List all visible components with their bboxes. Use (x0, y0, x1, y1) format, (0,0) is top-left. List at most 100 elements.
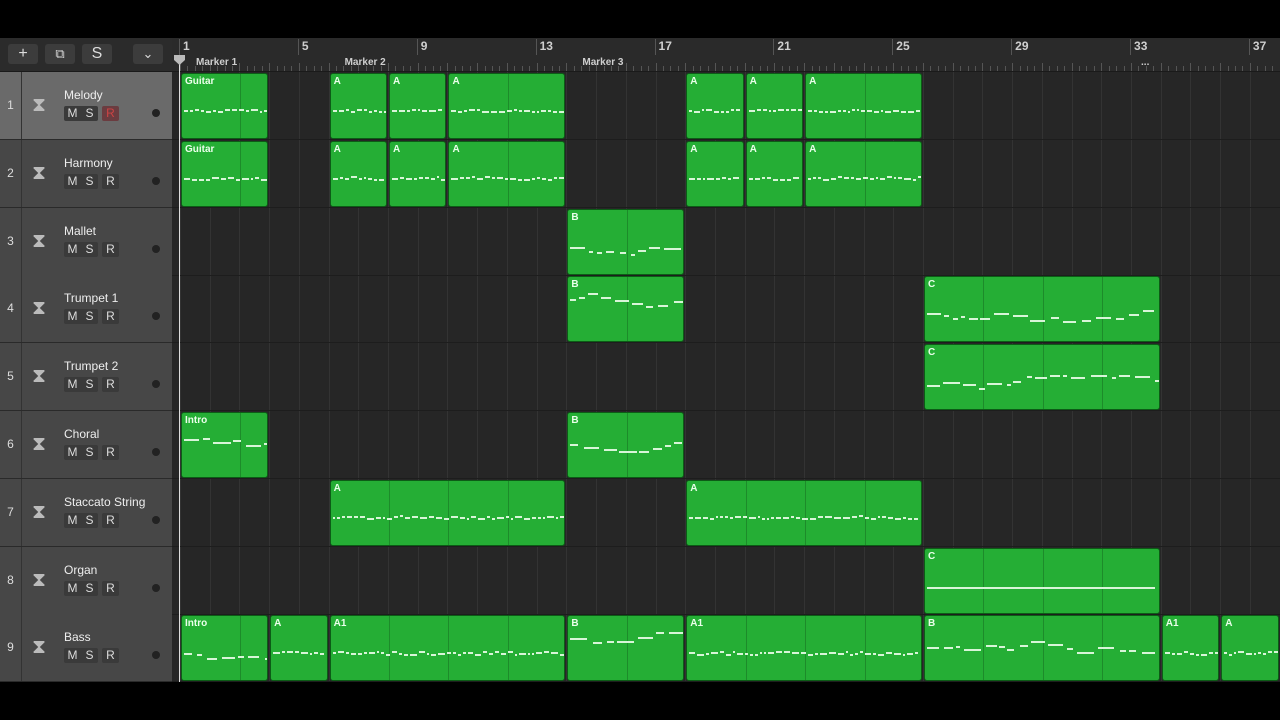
duplicate-track-button[interactable]: ⧉ (45, 44, 75, 64)
record-enable-button[interactable]: R (102, 106, 119, 121)
record-enable-button[interactable]: R (102, 648, 119, 664)
track-name[interactable]: Harmony (64, 156, 113, 170)
track-header-mallet[interactable]: 3 ⧗ Mallet MS R (0, 207, 172, 276)
track-name[interactable]: Mallet (64, 224, 96, 238)
input-monitor-dot[interactable] (152, 176, 160, 185)
track-name[interactable]: Melody (64, 88, 103, 102)
midi-region[interactable]: A (389, 73, 447, 139)
midi-region[interactable]: A (686, 140, 744, 207)
midi-region[interactable]: A (329, 140, 388, 207)
arrange-area[interactable]: Guitar A A A A A A Guitar A A A A A A B B C C Intro B A A C Int… (172, 72, 1280, 683)
midi-region[interactable]: B (567, 208, 685, 275)
midi-region[interactable]: B (567, 615, 685, 682)
input-monitor-dot[interactable] (152, 380, 160, 389)
midi-region[interactable]: A (329, 73, 388, 139)
solo-button[interactable]: S (81, 309, 98, 324)
solo-button[interactable]: S (81, 377, 98, 392)
marker[interactable]: ... (1141, 57, 1149, 68)
track-name[interactable]: Organ (64, 563, 97, 577)
track-name[interactable]: Choral (64, 427, 99, 441)
record-enable-button[interactable]: R (102, 377, 119, 393)
input-monitor-dot[interactable] (152, 515, 160, 524)
midi-region[interactable]: A (1221, 615, 1279, 682)
mute-button[interactable]: M (64, 174, 81, 189)
midi-note (734, 515, 742, 518)
record-enable-button[interactable]: R (102, 241, 119, 257)
track-header-harmony[interactable]: 2 ⧗ Harmony MS R (0, 139, 172, 208)
mute-button[interactable]: M (64, 377, 81, 392)
smart-controls-button[interactable]: S (82, 44, 112, 64)
midi-region[interactable]: A (686, 479, 922, 546)
input-monitor-dot[interactable] (152, 244, 160, 253)
input-monitor-dot[interactable] (152, 448, 160, 456)
track-name[interactable]: Trumpet 2 (64, 359, 118, 373)
track-header-staccato-string[interactable]: 7 ⧗ Staccato String MS R (0, 478, 172, 547)
mute-button[interactable]: M (64, 581, 81, 596)
midi-region[interactable]: A (745, 140, 804, 207)
record-enable-button[interactable]: R (102, 445, 119, 460)
midi-note (422, 109, 428, 112)
track-header-choral[interactable]: 6 ⧗ Choral MS R (0, 411, 172, 479)
input-monitor-dot[interactable] (152, 583, 160, 592)
midi-region[interactable]: A (686, 73, 744, 139)
midi-region[interactable]: A (805, 73, 922, 139)
mute-button[interactable]: M (64, 309, 81, 324)
solo-button[interactable]: S (81, 106, 98, 121)
midi-region[interactable]: A (448, 73, 566, 139)
midi-region[interactable]: B (567, 412, 685, 478)
record-enable-button[interactable]: R (102, 173, 119, 189)
track-header-melody[interactable]: 1 ⧗ Melody MS R (0, 72, 172, 140)
add-track-button[interactable]: + (8, 44, 38, 64)
track-name[interactable]: Bass (64, 630, 91, 644)
mute-button[interactable]: M (64, 445, 81, 460)
midi-region[interactable]: A (270, 615, 328, 682)
mute-button[interactable]: M (64, 242, 81, 257)
track-header-bass[interactable]: 9 ⧗ Bass MS R (0, 614, 172, 683)
track-header-trumpet-2[interactable]: 5 ⧗ Trumpet 2 MS R (0, 343, 172, 412)
track-header-organ[interactable]: 8 ⧗ Organ MS R (0, 546, 172, 615)
solo-button[interactable]: S (81, 513, 98, 528)
midi-note (1172, 653, 1175, 656)
midi-region[interactable]: B (567, 276, 685, 343)
midi-region[interactable]: A (805, 140, 922, 207)
record-enable-button[interactable]: R (102, 309, 119, 325)
input-monitor-dot[interactable] (152, 109, 160, 117)
record-enable-button[interactable]: R (102, 512, 119, 528)
solo-button[interactable]: S (81, 445, 98, 460)
mute-button[interactable]: M (64, 513, 81, 528)
ruler[interactable]: 1 5 9 13 17 21 25 29 33 37 Marker 1 Marker 2 Marker … (172, 38, 1280, 72)
midi-region[interactable]: A1 (1161, 615, 1220, 682)
midi-region[interactable]: C (924, 344, 1160, 411)
midi-region[interactable]: A (389, 140, 447, 207)
midi-region[interactable]: Guitar (181, 140, 269, 207)
midi-region[interactable]: A (329, 479, 566, 546)
midi-note (830, 111, 837, 114)
solo-button[interactable]: S (81, 174, 98, 189)
input-monitor-dot[interactable] (152, 312, 160, 321)
midi-region[interactable]: A (448, 140, 566, 207)
track-name[interactable]: Trumpet 1 (64, 291, 118, 305)
midi-region[interactable]: Intro (181, 615, 269, 682)
solo-button[interactable]: S (81, 581, 98, 596)
mute-button[interactable]: M (64, 648, 81, 663)
midi-region[interactable]: Guitar (181, 73, 269, 139)
track-header-trumpet-1[interactable]: 4 ⧗ Trumpet 1 MS R (0, 275, 172, 344)
track-name[interactable]: Staccato String (64, 495, 145, 509)
midi-region[interactable]: C (924, 547, 1160, 614)
solo-button[interactable]: S (81, 242, 98, 257)
midi-region[interactable]: A (745, 73, 804, 139)
marker[interactable]: Marker 2 (345, 57, 386, 68)
collapse-icon[interactable]: ⌄ (133, 44, 163, 64)
midi-region[interactable]: B (924, 615, 1160, 682)
marker[interactable]: Marker 3 (582, 57, 623, 68)
midi-region[interactable]: C (924, 276, 1160, 343)
record-enable-button[interactable]: R (102, 580, 119, 596)
input-monitor-dot[interactable] (152, 651, 160, 660)
midi-region[interactable]: Intro (181, 412, 269, 478)
marker[interactable]: Marker 1 (196, 57, 237, 68)
midi-region[interactable]: A1 (329, 615, 566, 682)
midi-region[interactable]: A1 (686, 615, 922, 682)
solo-button[interactable]: S (81, 648, 98, 663)
mute-button[interactable]: M (64, 106, 81, 121)
playhead[interactable] (179, 58, 180, 682)
